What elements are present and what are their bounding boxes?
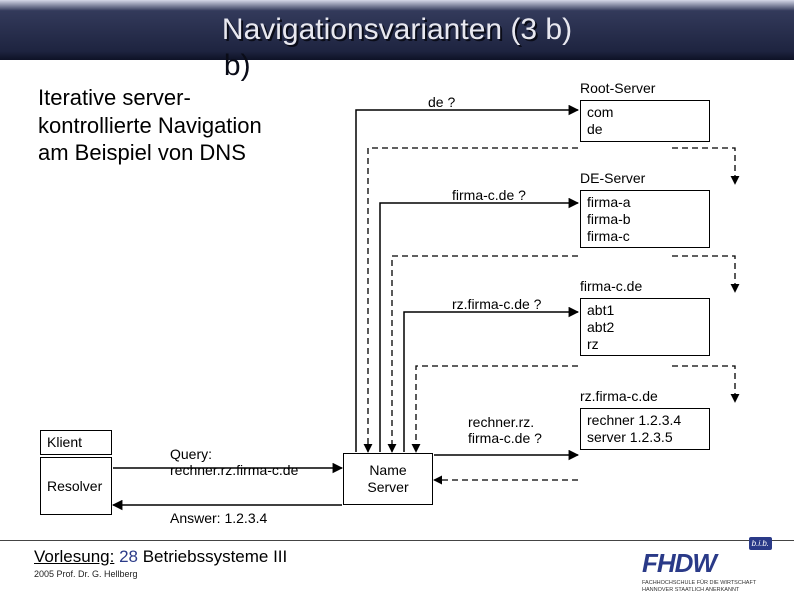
resolver-box: Resolver bbox=[40, 457, 112, 515]
q2-label: firma-c.de ? bbox=[452, 187, 526, 203]
de-items: firma-a firma-b firma-c bbox=[580, 190, 710, 248]
klient-box: Klient bbox=[40, 430, 112, 455]
root-items: com de bbox=[580, 100, 710, 142]
firmac-title: firma-c.de bbox=[580, 278, 642, 294]
rz-items: rechner 1.2.3.4 server 1.2.3.5 bbox=[580, 408, 710, 450]
page-title: Navigationsvarianten (3 b) bbox=[222, 13, 572, 46]
rz-title: rz.firma-c.de bbox=[580, 388, 658, 404]
lecture-title: Betriebssysteme III bbox=[143, 547, 288, 566]
logo-sub1: FACHHOCHSCHULE FÜR DIE WIRTSCHAFT bbox=[642, 580, 772, 586]
lecture-line: Vorlesung: 28 Betriebssysteme III bbox=[34, 547, 287, 567]
de-title: DE-Server bbox=[580, 170, 645, 186]
footer: Vorlesung: 28 Betriebssysteme III 2005 P… bbox=[0, 540, 794, 595]
q1-label: de ? bbox=[428, 94, 455, 110]
logo-text: FHDW bbox=[642, 548, 716, 579]
title-bar: Navigationsvarianten (3 b) Navigationsva… bbox=[0, 0, 794, 60]
logo: FHDW b.i.b. FACHHOCHSCHULE FÜR DIE WIRTS… bbox=[642, 545, 772, 593]
copyright: 2005 Prof. Dr. G. Hellberg bbox=[34, 569, 287, 579]
slide-body: Iterative server-kontrollierte Navigatio… bbox=[0, 60, 794, 540]
answer-label: Answer: 1.2.3.4 bbox=[170, 510, 267, 526]
root-title: Root-Server bbox=[580, 80, 655, 96]
q4-label: rechner.rz. firma-c.de ? bbox=[468, 414, 542, 446]
nameserver-box: Name Server bbox=[343, 453, 433, 505]
logo-bib: b.i.b. bbox=[749, 537, 772, 550]
lecture-label: Vorlesung: bbox=[34, 547, 114, 566]
firmac-items: abt1 abt2 rz bbox=[580, 298, 710, 356]
query-label: Query: rechner.rz.firma-c.de bbox=[170, 446, 298, 478]
dns-diagram: Klient Resolver Query: rechner.rz.firma-… bbox=[40, 60, 770, 530]
lecture-num: 28 bbox=[114, 547, 142, 566]
logo-sub2: HANNOVER STAATLICH ANERKANNT bbox=[642, 587, 772, 593]
q3-label: rz.firma-c.de ? bbox=[452, 296, 541, 312]
